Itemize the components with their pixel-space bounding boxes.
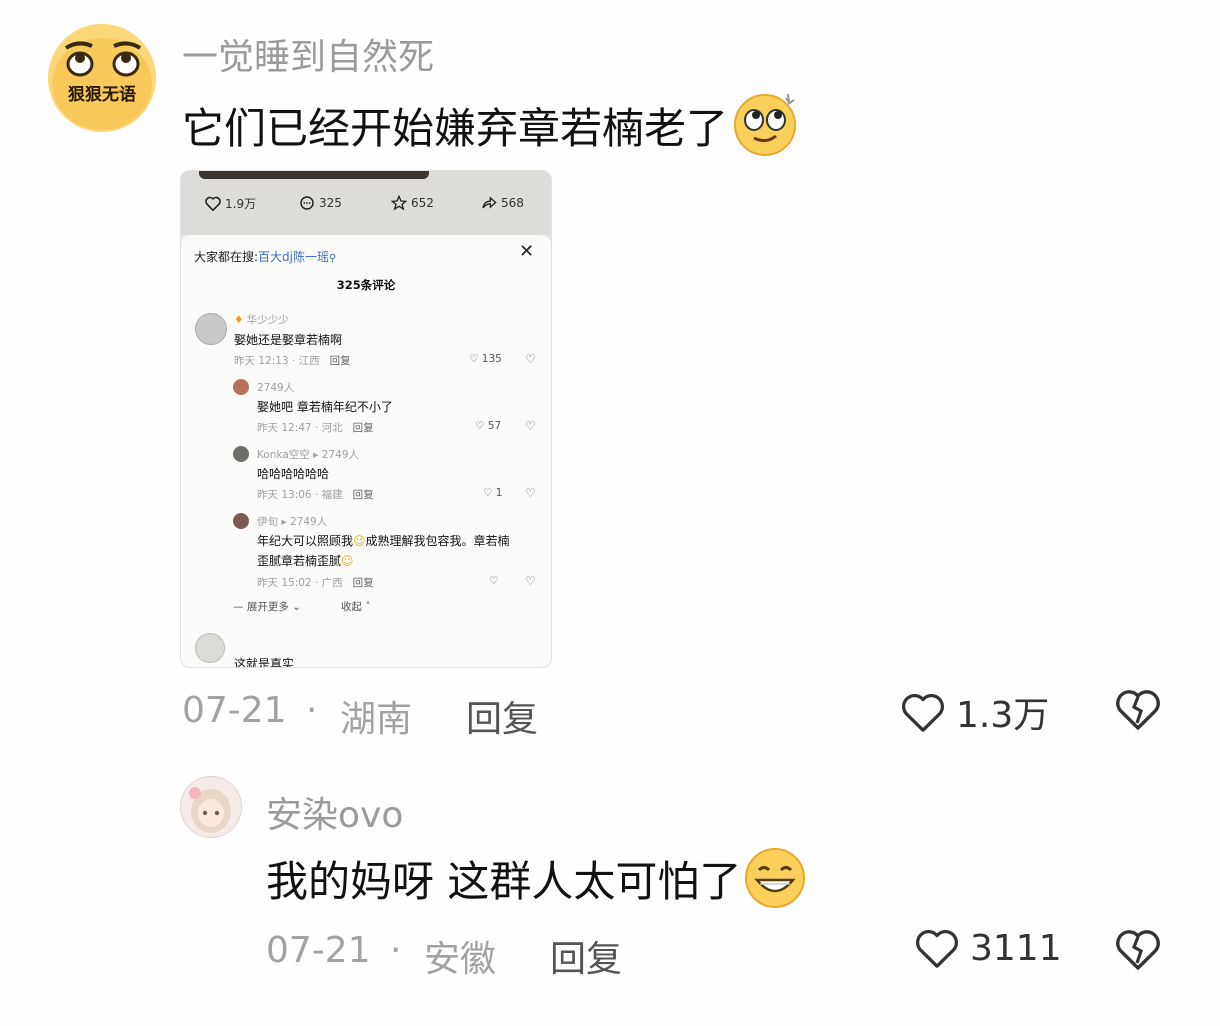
stat-comments: 325 — [299, 195, 342, 211]
reply-button[interactable]: 回复 — [550, 930, 622, 982]
dislike-button[interactable] — [1114, 926, 1162, 976]
comment-bubble-icon — [300, 196, 314, 210]
smirk-emoji-icon: ☺ — [341, 554, 354, 568]
dislike-icon[interactable]: ♡ — [525, 419, 536, 433]
comment-meta: 昨天 13:06 · 福建 回复 — [257, 489, 374, 501]
comment-location: 湖南 — [340, 699, 413, 740]
comment-text: 娶她还是娶章若楠啊 — [234, 333, 343, 347]
like-count: 1.3万 — [956, 695, 1050, 736]
stat-favorites: 652 — [391, 195, 434, 211]
heart-icon — [901, 693, 945, 732]
stat-shares: 568 — [481, 195, 524, 210]
avatar[interactable] — [233, 379, 249, 395]
comments-panel: 大家都在搜:百大dj陈一瑶⚲ ✕ 325条评论 ♦ 华少少少 娶她还是娶章若楠啊… — [181, 235, 551, 667]
dislike-icon[interactable]: ♡ — [525, 486, 536, 500]
broken-heart-icon — [1116, 930, 1160, 970]
stat-comments-value: 325 — [319, 196, 342, 210]
heart-icon — [205, 196, 221, 211]
avatar-user1[interactable]: 狠狠无语 — [48, 24, 156, 132]
like-count[interactable]: ♡ 1 — [483, 487, 502, 499]
like-count[interactable]: ♡ 57 — [475, 420, 501, 432]
stat-favorites-value: 652 — [411, 196, 434, 210]
avatar[interactable] — [195, 633, 225, 663]
avatar-caption: 狠狠无语 — [68, 85, 136, 105]
comment-count-title: 325条评论 — [336, 278, 396, 292]
comment-text: 娶她吧 章若楠年纪不小了 — [257, 400, 393, 414]
separator-dot: · — [306, 690, 318, 731]
comment-user[interactable]: Konka空空 ▸ 2749人 — [257, 447, 359, 462]
comment-text: 我的妈呀 这群人太可怕了 — [266, 856, 742, 906]
video-strip — [199, 171, 429, 179]
comment-username[interactable]: 一觉睡到自然死 — [182, 28, 434, 80]
search-prefix: 大家都在搜: — [194, 250, 259, 264]
comment-text: 哈哈哈哈哈哈 — [257, 467, 330, 481]
stat-likes-value: 1.9万 — [225, 197, 257, 211]
comment-user[interactable]: 2749人 — [257, 380, 294, 395]
avatar[interactable] — [233, 446, 249, 462]
comment-body: 它们已经开始嫌弃章若楠老了 — [182, 92, 798, 158]
eye-roll-emoji-icon — [732, 92, 798, 158]
stat-shares-value: 568 — [501, 195, 524, 210]
comment-user[interactable]: 伊旬 ▸ 2749人 — [257, 514, 327, 529]
search-hint[interactable]: 大家都在搜:百大dj陈一瑶⚲ — [194, 248, 336, 265]
heart-icon — [915, 929, 959, 968]
avatar-user2[interactable] — [180, 776, 242, 838]
comment-meta: 昨天 15:02 · 广西 回复 — [257, 577, 374, 589]
collapse-link[interactable]: 收起 ˄ — [341, 599, 371, 614]
like-button[interactable]: 3111 — [914, 926, 1062, 970]
comment-meta: 昨天 12:47 · 河北 回复 — [257, 422, 374, 434]
share-arrow-icon — [482, 196, 497, 209]
eye-roll-face-avatar-icon — [48, 24, 156, 132]
broken-heart-icon — [1116, 690, 1160, 730]
stat-likes: 1.9万 — [205, 195, 256, 212]
avatar[interactable] — [233, 513, 249, 529]
anime-girl-avatar-icon — [181, 777, 241, 837]
comment-date: 07-21 — [182, 690, 287, 731]
grin-emoji-icon: ☺ — [353, 534, 366, 548]
star-icon — [391, 195, 407, 211]
comment-location: 安徽 — [424, 939, 497, 980]
search-term[interactable]: 百大dj陈一瑶 — [258, 250, 329, 264]
like-button[interactable]: 1.3万 — [900, 686, 1049, 738]
comment-text-line2: 歪腻章若楠歪腻☺ — [257, 554, 354, 568]
dislike-button[interactable] — [1114, 686, 1162, 736]
like-icon[interactable]: ♡ — [489, 575, 498, 587]
dislike-icon[interactable]: ♡ — [525, 352, 536, 366]
close-icon[interactable]: ✕ — [519, 241, 534, 262]
avatar[interactable] — [195, 313, 227, 345]
like-count[interactable]: ♡ 135 — [469, 353, 502, 365]
comment-user[interactable]: ♦ 华少少少 — [234, 312, 289, 327]
comment-text: 这就是真实 — [234, 657, 295, 668]
grin-sweat-emoji-icon — [743, 846, 807, 910]
separator-dot: · — [390, 930, 402, 971]
like-count: 3111 — [970, 927, 1062, 969]
comment-meta: 昨天 12:13 · 江西 回复 — [234, 355, 351, 367]
comment-body: 我的妈呀 这群人太可怕了 — [266, 846, 807, 910]
embedded-screenshot[interactable]: 1.9万 325 652 568 大家都在搜:百大dj陈一瑶⚲ ✕ 325条评论… — [180, 170, 552, 668]
reply-button[interactable]: 回复 — [466, 690, 538, 742]
comment-text: 它们已经开始嫌弃章若楠老了 — [182, 103, 729, 153]
comment-text: 年纪大可以照顾我☺成熟理解我包容我。章若楠 — [257, 534, 510, 548]
comment-username[interactable]: 安染ovo — [266, 786, 403, 838]
search-icon: ⚲ — [329, 253, 337, 264]
comment-date: 07-21 — [266, 930, 371, 971]
expand-more-link[interactable]: — 展开更多 ⌄ — [233, 599, 301, 614]
dislike-icon[interactable]: ♡ — [525, 574, 536, 588]
